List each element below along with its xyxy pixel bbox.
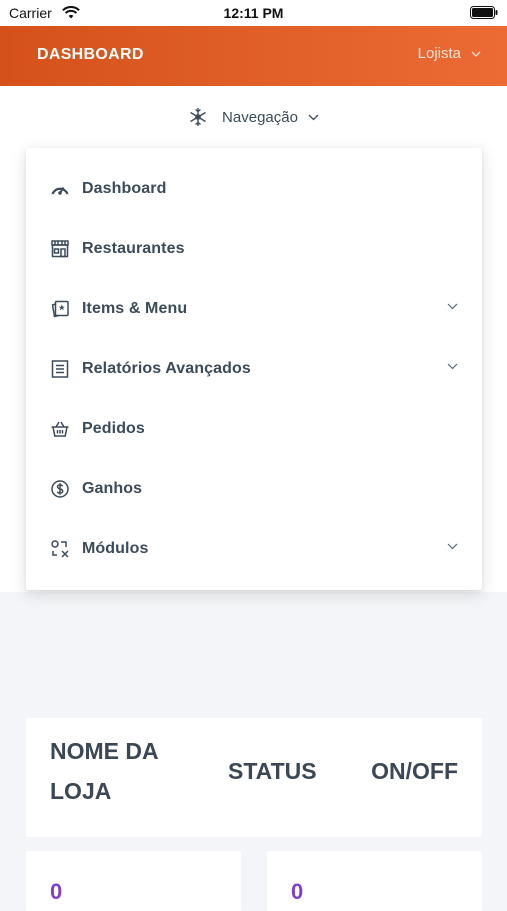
user-menu-button[interactable]: Lojista — [418, 45, 481, 62]
menu-item-label: Dashboard — [82, 180, 167, 197]
column-header-on-off: ON/OFF — [371, 758, 458, 784]
menu-item-items-menu[interactable]: Items & Menu — [26, 279, 482, 339]
navigation-label: Navegação — [222, 108, 298, 126]
status-bar: Carrier 12:11 PM — [0, 0, 507, 26]
menu-item-relatorios[interactable]: Relatórios Avançados — [26, 339, 482, 399]
menu-item-label: Módulos — [82, 540, 149, 557]
menu-item-restaurantes[interactable]: Restaurantes — [26, 219, 482, 279]
menu-item-ganhos[interactable]: Ganhos — [26, 459, 482, 519]
menu-item-dashboard[interactable]: Dashboard — [26, 159, 482, 219]
stat-card: 0 — [267, 851, 482, 911]
store-table-header: NOME DA LOJA STATUS ON/OFF — [26, 718, 482, 837]
storefront-icon — [50, 239, 70, 259]
menu-item-label: Ganhos — [82, 480, 143, 497]
menu-item-label: Relatórios Avançados — [82, 360, 251, 377]
chevron-down-icon — [471, 51, 481, 57]
speedometer-icon — [50, 179, 70, 199]
menu-card-icon — [50, 299, 70, 319]
stat-card: 0 — [26, 851, 241, 911]
navigation-icon — [190, 108, 206, 126]
modules-icon — [50, 539, 70, 559]
stat-value: 0 — [291, 879, 304, 904]
chevron-down-icon — [447, 363, 458, 370]
chevron-down-icon — [447, 543, 458, 550]
menu-item-label: Pedidos — [82, 420, 145, 437]
stat-value: 0 — [50, 879, 63, 904]
navigation-toggle[interactable]: Navegação — [0, 104, 507, 130]
page-title: DASHBOARD — [37, 46, 144, 63]
column-header-store-name: NOME DA LOJA — [50, 738, 158, 804]
battery-icon — [470, 6, 498, 24]
clock: 12:11 PM — [223, 5, 284, 21]
column-header-status: STATUS — [228, 758, 317, 784]
dollar-icon — [50, 479, 70, 499]
report-icon — [50, 359, 70, 379]
app-header: DASHBOARD Lojista — [0, 26, 507, 86]
menu-item-modulos[interactable]: Módulos — [26, 519, 482, 579]
menu-item-label: Items & Menu — [82, 300, 188, 317]
chevron-down-icon — [447, 303, 458, 310]
menu-item-pedidos[interactable]: Pedidos — [26, 399, 482, 459]
chevron-down-icon — [308, 114, 319, 120]
user-name: Lojista — [417, 45, 461, 62]
menu-item-label: Restaurantes — [82, 240, 185, 257]
navigation-menu: Dashboard Restaurantes Items & Menu Rela… — [26, 148, 482, 590]
basket-icon — [50, 419, 70, 439]
